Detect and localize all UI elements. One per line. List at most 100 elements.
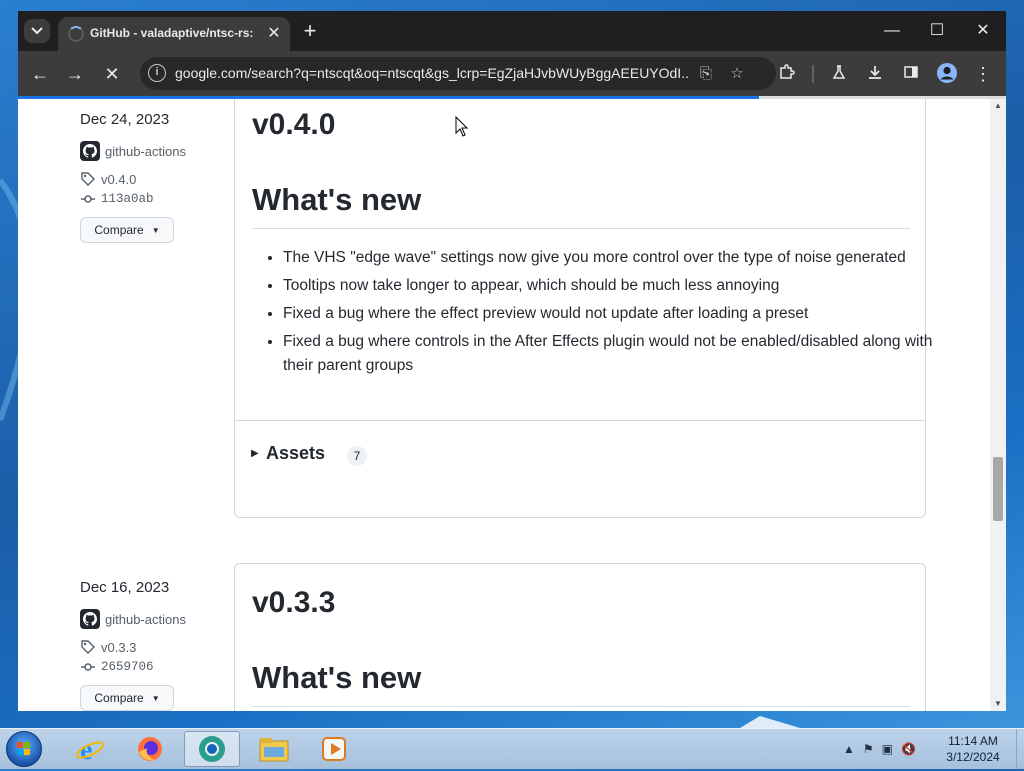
tag-icon <box>81 640 95 654</box>
release-card: v0.4.0 What's new The VHS "edge wave" se… <box>234 99 932 518</box>
release-author[interactable]: github-actions <box>80 609 240 629</box>
volume-muted-icon[interactable]: 🔇 <box>901 742 916 756</box>
browser-window: GitHub - valadaptive/ntsc-rs: A ✕ + — ☐ … <box>18 11 1006 711</box>
release-commit[interactable]: 2659706 <box>80 659 240 675</box>
page-scrollbar[interactable]: ▲ ▼ <box>990 99 1006 711</box>
release-note-item: Fixed a bug where the effect preview wou… <box>283 302 933 326</box>
minimize-button[interactable]: — <box>877 19 907 43</box>
release-card: v0.3.3 What's new <box>234 563 926 711</box>
taskbar-internet-explorer[interactable]: e <box>62 731 118 767</box>
labs-flask-icon[interactable] <box>827 62 851 86</box>
extensions-puzzle-icon[interactable] <box>775 62 799 86</box>
tab-search-button[interactable] <box>24 19 50 43</box>
whats-new-heading: What's new <box>252 660 422 695</box>
windows-logo-icon <box>17 742 30 755</box>
address-bar[interactable]: i google.com/search?q=ntscqt&oq=ntscqt&g… <box>140 57 776 90</box>
action-center-flag-icon[interactable]: ⚑ <box>863 742 874 756</box>
bookmark-star-icon[interactable]: ☆ <box>726 63 748 85</box>
release-version-title[interactable]: v0.3.3 <box>252 586 335 620</box>
address-bar-url[interactable]: google.com/search?q=ntscqt&oq=ntscqt&gs_… <box>175 65 690 83</box>
system-clock[interactable]: 11:14 AM 3/12/2024 <box>934 733 1012 765</box>
github-logo-icon <box>80 141 100 161</box>
whats-new-heading: What's new <box>252 182 422 217</box>
close-window-button[interactable]: ✕ <box>968 19 998 43</box>
release-note-item: The VHS "edge wave" settings now give yo… <box>283 246 933 270</box>
browser-titlebar: GitHub - valadaptive/ntsc-rs: A ✕ + — ☐ … <box>18 11 1006 51</box>
release-note-item: Tooltips now take longer to appear, whic… <box>283 274 933 298</box>
caret-down-icon: ▼ <box>151 225 160 235</box>
menu-kebab-icon[interactable]: ⋮ <box>971 62 995 86</box>
release-notes-list: The VHS "edge wave" settings now give yo… <box>252 246 933 382</box>
clock-time: 11:14 AM <box>948 734 998 748</box>
heading-divider <box>252 228 910 229</box>
site-info-icon[interactable]: i <box>148 64 166 82</box>
release-tag-label[interactable]: v0.4.0 <box>101 172 136 187</box>
install-app-icon[interactable]: ⎘ <box>695 63 717 85</box>
commit-icon <box>81 195 95 203</box>
tab-close-icon[interactable]: ✕ <box>264 24 284 44</box>
commit-icon <box>81 663 95 671</box>
internet-explorer-icon: e <box>76 735 104 764</box>
release-commit[interactable]: 113a0ab <box>80 191 240 207</box>
assets-section[interactable]: ▶ Assets 7 <box>235 420 925 501</box>
chrome-icon <box>199 736 225 762</box>
windows-taskbar: e ▲ ⚑ ▣ 🔇 11:14 AM 3/12/2024 <box>0 728 1024 769</box>
release-author-name[interactable]: github-actions <box>105 612 186 627</box>
release-author[interactable]: github-actions <box>80 141 240 161</box>
forward-arrow-icon[interactable]: → <box>63 62 87 86</box>
release-tag-label[interactable]: v0.3.3 <box>101 640 136 655</box>
release-author-name[interactable]: github-actions <box>105 144 186 159</box>
clock-date: 3/12/2024 <box>946 750 1000 764</box>
network-icon[interactable]: ▣ <box>882 742 893 756</box>
browser-tab[interactable]: GitHub - valadaptive/ntsc-rs: A ✕ <box>58 17 290 51</box>
file-explorer-icon <box>259 738 289 762</box>
firefox-icon <box>138 737 162 761</box>
release-date: Dec 24, 2023 <box>80 111 170 128</box>
release-commit-hash[interactable]: 113a0ab <box>101 192 154 206</box>
compare-button[interactable]: Compare ▼ <box>80 217 174 243</box>
new-tab-button[interactable]: + <box>298 20 322 44</box>
release-tag[interactable]: v0.3.3 <box>80 639 240 655</box>
release-date: Dec 16, 2023 <box>80 579 170 596</box>
browser-toolbar: ← → ✕ i google.com/search?q=ntscqt&oq=nt… <box>18 51 1006 97</box>
heading-divider <box>252 706 910 707</box>
compare-button[interactable]: Compare ▼ <box>80 685 174 711</box>
assets-count-badge: 7 <box>347 446 367 466</box>
back-arrow-icon[interactable]: ← <box>28 62 52 86</box>
show-desktop-button[interactable] <box>1016 729 1024 769</box>
system-tray: ▲ ⚑ ▣ 🔇 <box>843 741 916 757</box>
start-button[interactable] <box>6 731 42 767</box>
taskbar-chrome[interactable] <box>184 731 240 767</box>
release-version-title[interactable]: v0.4.0 <box>252 108 335 142</box>
release-meta: Dec 24, 2023 github-actions v0.4.0 113a0… <box>80 111 240 243</box>
release-tag[interactable]: v0.4.0 <box>80 171 240 187</box>
release-note-item: Fixed a bug where controls in the After … <box>283 330 933 378</box>
side-panel-icon[interactable] <box>899 62 923 86</box>
scroll-down-arrow-icon[interactable]: ▼ <box>990 697 1006 711</box>
scroll-up-arrow-icon[interactable]: ▲ <box>990 99 1006 113</box>
profile-avatar-icon[interactable] <box>935 62 959 86</box>
tag-icon <box>81 172 95 186</box>
tab-title: GitHub - valadaptive/ntsc-rs: A <box>90 26 256 40</box>
release-commit-hash[interactable]: 2659706 <box>101 660 154 674</box>
caret-down-icon: ▼ <box>151 693 160 703</box>
compare-label: Compare <box>94 223 144 237</box>
scrollbar-thumb[interactable] <box>993 457 1003 521</box>
disclosure-triangle-icon: ▶ <box>251 448 259 459</box>
maximize-button[interactable]: ☐ <box>922 19 952 43</box>
taskbar-media-player[interactable] <box>306 731 362 767</box>
toolbar-divider <box>812 65 814 83</box>
github-releases-page: Dec 24, 2023 github-actions v0.4.0 113a0… <box>18 99 990 711</box>
github-logo-icon <box>80 609 100 629</box>
taskbar-firefox[interactable] <box>122 731 178 767</box>
release-meta: Dec 16, 2023 github-actions v0.3.3 26597… <box>80 579 240 711</box>
show-hidden-icons-arrow-icon[interactable]: ▲ <box>843 742 855 756</box>
downloads-icon[interactable] <box>863 62 887 86</box>
media-player-icon <box>322 737 346 761</box>
assets-label[interactable]: Assets <box>266 443 325 464</box>
stop-loading-icon[interactable]: ✕ <box>100 62 124 86</box>
chevron-down-icon <box>31 27 43 35</box>
mouse-cursor-icon <box>455 116 469 137</box>
taskbar-file-explorer[interactable] <box>246 731 302 767</box>
loading-spinner-icon <box>68 26 84 42</box>
